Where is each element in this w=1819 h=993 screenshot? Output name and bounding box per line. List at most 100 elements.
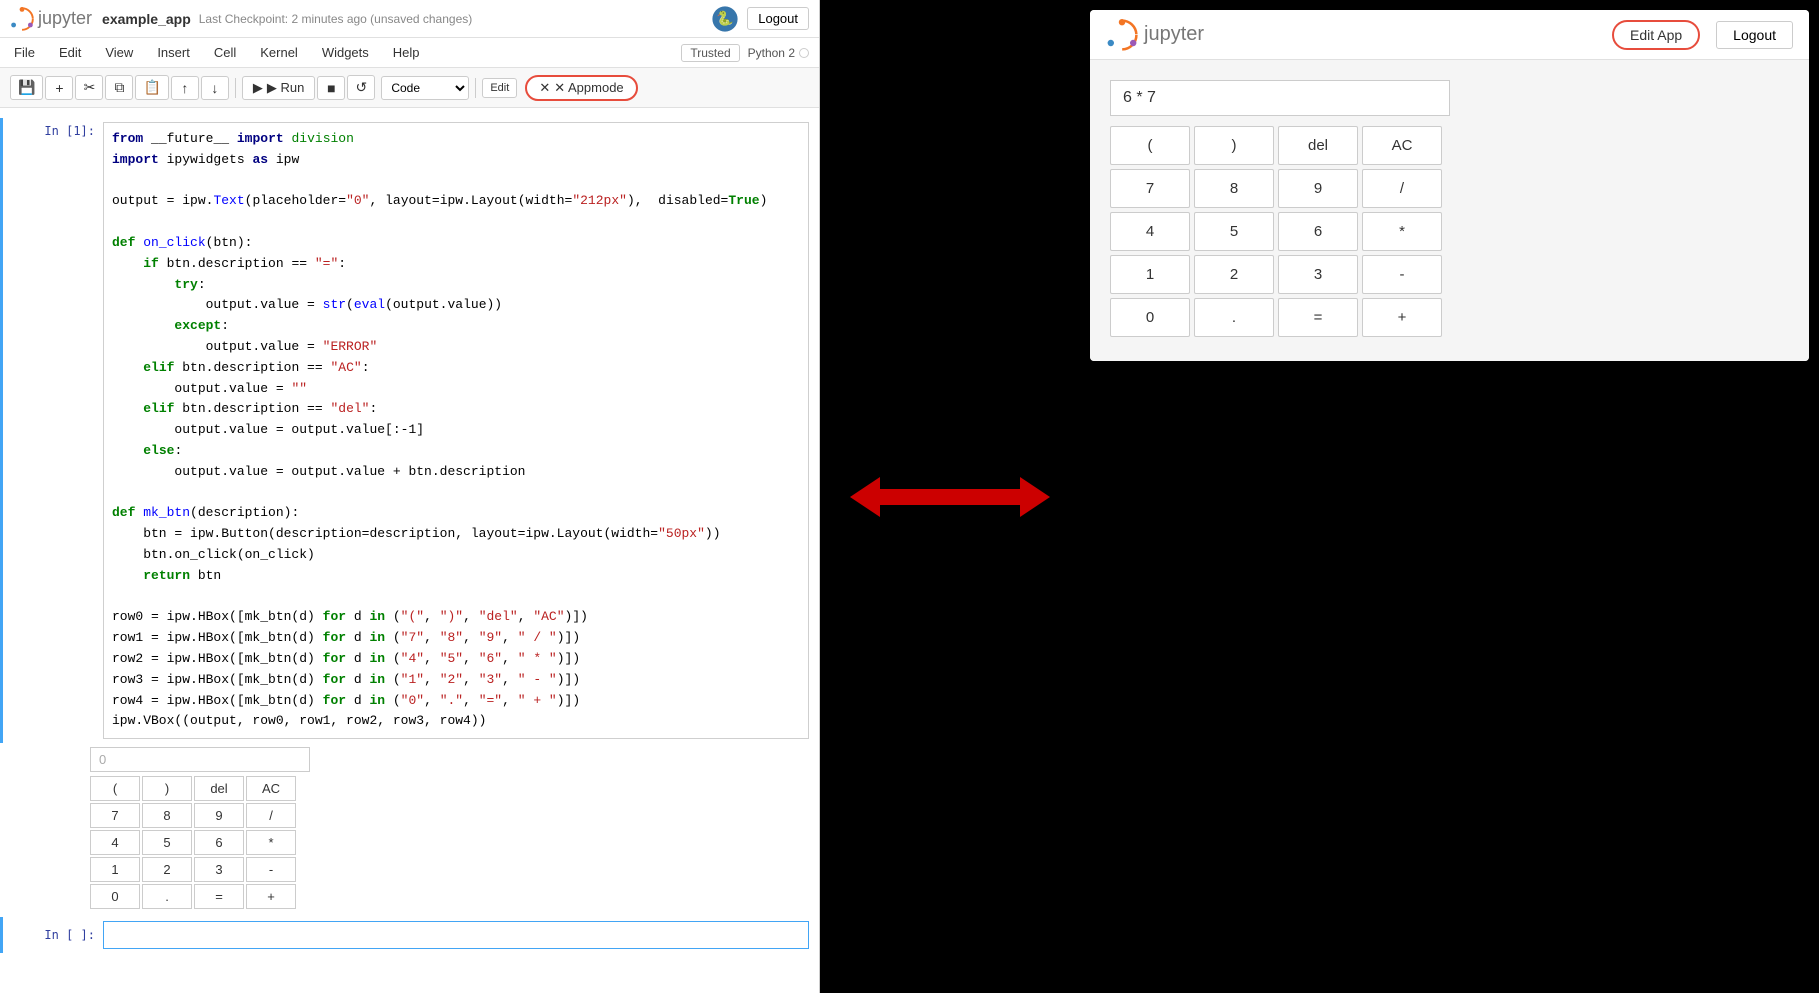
calc-btn-ac[interactable]: AC (246, 776, 296, 801)
calc-btn-minus[interactable]: - (246, 857, 296, 882)
app-logout-button[interactable]: Logout (1716, 21, 1793, 49)
toolbar: 💾 + ✂ ⧉ 📋 ↑ ↓ ▶ ▶ Run ■ ↺ Code Markdown … (0, 68, 819, 108)
app-jupyter-logo-text: jupyter (1144, 23, 1204, 46)
calc-btn-1[interactable]: 1 (90, 857, 140, 882)
checkpoint-text: Last Checkpoint: 2 minutes ago (unsaved … (199, 12, 473, 26)
menu-view[interactable]: View (101, 43, 137, 62)
app-calc-btn-1[interactable]: 1 (1110, 255, 1190, 294)
calc-display-output: 0 (90, 747, 310, 772)
calc-btn-3[interactable]: 3 (194, 857, 244, 882)
calculator-widget: 0 ( ) del AC 7 8 9 / 4 5 6 * 1 2 (90, 747, 809, 909)
menu-edit[interactable]: Edit (55, 43, 85, 62)
app-calc-btn-5[interactable]: 5 (1194, 212, 1274, 251)
bidirectional-arrow (850, 467, 1050, 527)
calc-btn-divide[interactable]: / (246, 803, 296, 828)
calc-btn-del[interactable]: del (194, 776, 244, 801)
cell-type-select[interactable]: Code Markdown Raw (381, 76, 469, 100)
trusted-badge: Trusted (681, 44, 739, 62)
calc-btn-7[interactable]: 7 (90, 803, 140, 828)
calc-row-0: ( ) del AC (90, 776, 809, 801)
calc-row-1: 7 8 9 / (90, 803, 809, 828)
code-cell-1: In [1]: from __future__ import division … (0, 118, 819, 743)
add-cell-button[interactable]: + (45, 76, 73, 100)
calc-btn-dot[interactable]: . (142, 884, 192, 909)
appmode-button[interactable]: ✕ ✕ Appmode (525, 75, 637, 101)
app-calc-btn-2[interactable]: 2 (1194, 255, 1274, 294)
calc-btn-plus[interactable]: + (246, 884, 296, 909)
calc-btn-multiply[interactable]: * (246, 830, 296, 855)
menu-bar: File Edit View Insert Cell Kernel Widget… (0, 38, 819, 68)
app-calc-btn-6[interactable]: 6 (1278, 212, 1358, 251)
app-calc-btn-minus[interactable]: - (1362, 255, 1442, 294)
empty-cell-content[interactable] (103, 921, 809, 949)
app-calc-btn-9[interactable]: 9 (1278, 169, 1358, 208)
edit-app-button[interactable]: Edit App (1612, 20, 1700, 50)
calc-btn-equals[interactable]: = (194, 884, 244, 909)
app-calc-btn-7[interactable]: 7 (1110, 169, 1190, 208)
app-logo: jupyter (1106, 19, 1204, 51)
stop-button[interactable]: ■ (317, 76, 345, 100)
run-button[interactable]: ▶ ▶ Run (242, 76, 315, 100)
calc-btn-open-paren[interactable]: ( (90, 776, 140, 801)
calc-btn-close-paren[interactable]: ) (142, 776, 192, 801)
run-label: ▶ Run (267, 80, 304, 96)
calc-btn-2[interactable]: 2 (142, 857, 192, 882)
app-calc-row-2: 4 5 6 * (1110, 212, 1789, 251)
menu-help[interactable]: Help (389, 43, 424, 62)
red-arrow-icon (850, 467, 1050, 527)
app-window: jupyter Edit App Logout 6 * 7 ( ) del AC… (1090, 10, 1809, 361)
app-calc-row-1: 7 8 9 / (1110, 169, 1789, 208)
app-calc-btn-del[interactable]: del (1278, 126, 1358, 165)
save-button[interactable]: 💾 (10, 75, 43, 100)
header-right: 🐍 Logout (711, 5, 809, 33)
code-text: from __future__ import division import i… (112, 129, 800, 732)
kernel-status-dot (799, 48, 809, 58)
cell-code-content-1[interactable]: from __future__ import division import i… (103, 122, 809, 739)
app-calc-btn-open-paren[interactable]: ( (1110, 126, 1190, 165)
app-calc-btn-divide[interactable]: / (1362, 169, 1442, 208)
cut-button[interactable]: ✂ (75, 75, 103, 100)
menu-insert[interactable]: Insert (153, 43, 194, 62)
calc-btn-4[interactable]: 4 (90, 830, 140, 855)
edit-shortcuts-button[interactable]: Edit (482, 78, 517, 98)
app-calc-btn-multiply[interactable]: * (1362, 212, 1442, 251)
app-header: jupyter Edit App Logout (1090, 10, 1809, 60)
calc-btn-6[interactable]: 6 (194, 830, 244, 855)
middle-area (820, 0, 1080, 993)
calc-row-4: 0 . = + (90, 884, 809, 909)
menu-file[interactable]: File (10, 43, 39, 62)
app-calc-btn-dot[interactable]: . (1194, 298, 1274, 337)
app-panel: jupyter Edit App Logout 6 * 7 ( ) del AC… (1080, 0, 1819, 993)
appmode-label: ✕ Appmode (554, 80, 623, 96)
app-calc-btn-4[interactable]: 4 (1110, 212, 1190, 251)
move-up-button[interactable]: ↑ (171, 76, 199, 100)
python-icon: 🐍 (711, 5, 739, 33)
calc-btn-9[interactable]: 9 (194, 803, 244, 828)
paste-button[interactable]: 📋 (135, 75, 168, 100)
calc-btn-5[interactable]: 5 (142, 830, 192, 855)
app-calc-display: 6 * 7 (1110, 80, 1450, 116)
app-calc-row-4: 0 . = + (1110, 298, 1789, 337)
app-calc-btn-plus[interactable]: + (1362, 298, 1442, 337)
app-calc-btn-equals[interactable]: = (1278, 298, 1358, 337)
menu-widgets[interactable]: Widgets (318, 43, 373, 62)
app-body: 6 * 7 ( ) del AC 7 8 9 / 4 5 6 * 1 2 (1090, 60, 1809, 361)
menu-cell[interactable]: Cell (210, 43, 240, 62)
empty-cell-prompt: In [ ]: (13, 928, 103, 942)
app-calc-btn-3[interactable]: 3 (1278, 255, 1358, 294)
app-calc-btn-close-paren[interactable]: ) (1194, 126, 1274, 165)
app-calc-btn-0[interactable]: 0 (1110, 298, 1190, 337)
kernel-badge: Python 2 (748, 46, 809, 60)
restart-button[interactable]: ↺ (347, 75, 375, 100)
calc-btn-8[interactable]: 8 (142, 803, 192, 828)
notebook-header: jupyter example_app Last Checkpoint: 2 m… (0, 0, 819, 38)
copy-button[interactable]: ⧉ (105, 75, 133, 100)
calc-btn-0[interactable]: 0 (90, 884, 140, 909)
app-calc-btn-8[interactable]: 8 (1194, 169, 1274, 208)
logout-button[interactable]: Logout (747, 7, 809, 30)
calc-row-3: 1 2 3 - (90, 857, 809, 882)
app-calc-btn-ac[interactable]: AC (1362, 126, 1442, 165)
move-down-button[interactable]: ↓ (201, 76, 229, 100)
app-jupyter-logo-icon (1106, 19, 1138, 51)
menu-kernel[interactable]: Kernel (256, 43, 302, 62)
